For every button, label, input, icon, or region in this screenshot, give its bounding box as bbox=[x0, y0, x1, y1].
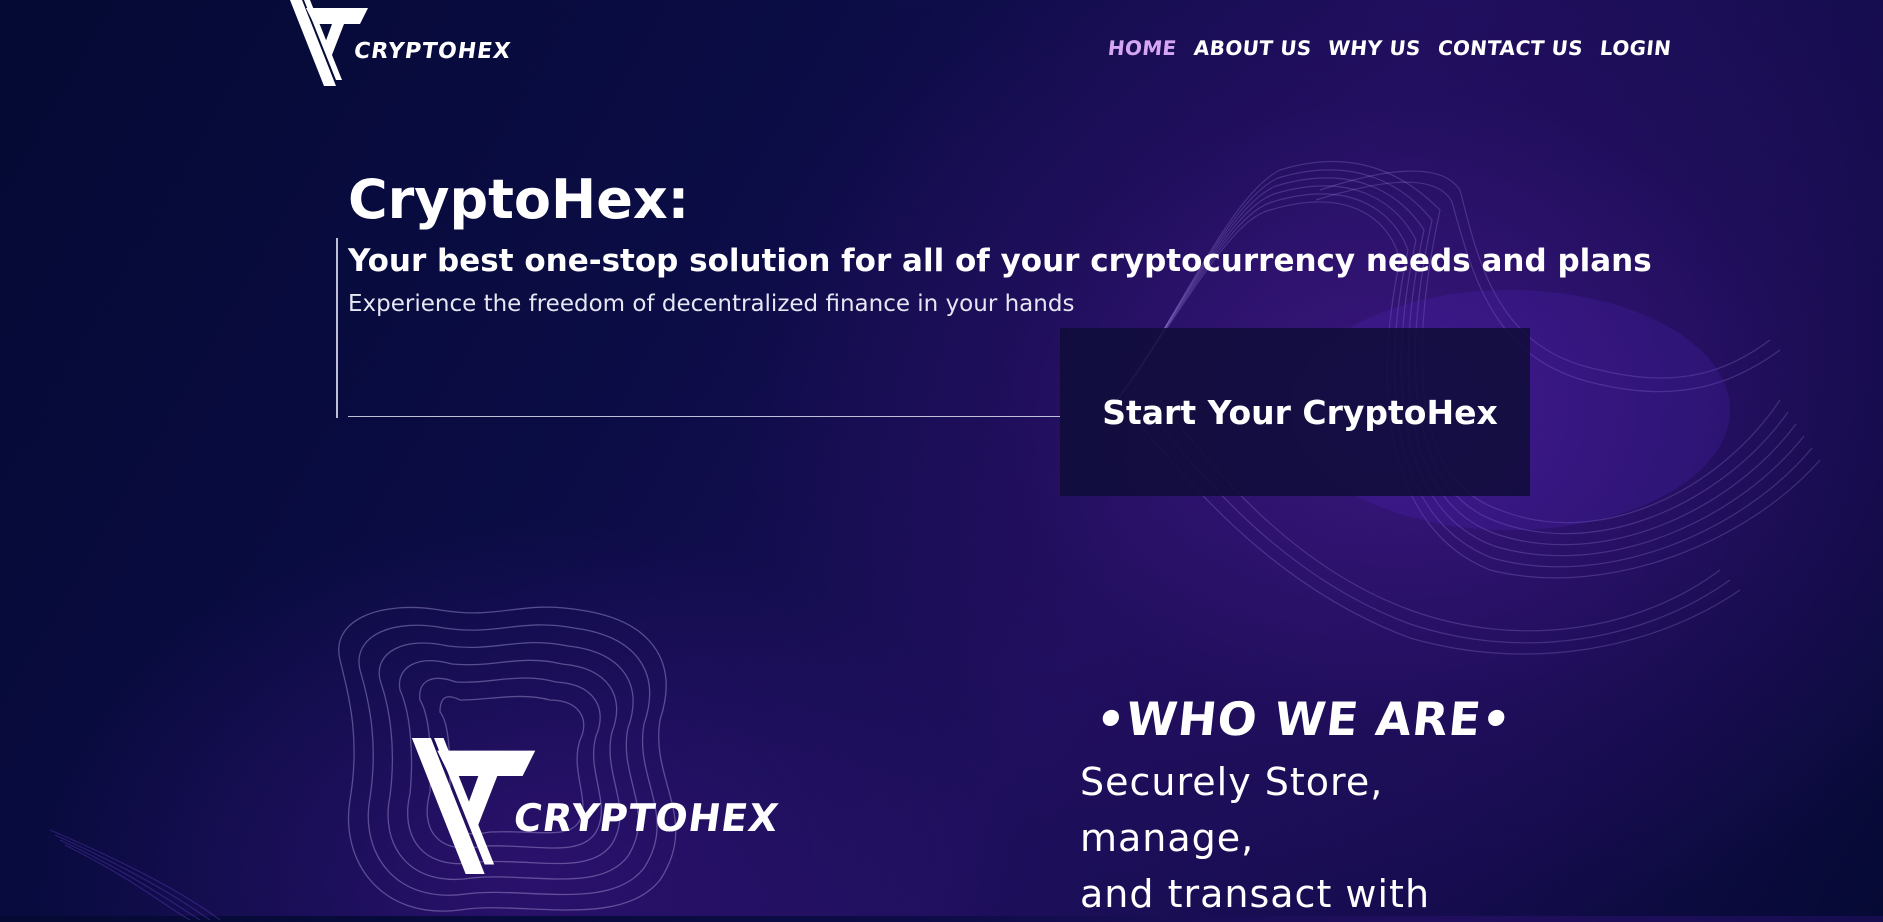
about-logo: CRYPTOHEX bbox=[408, 738, 782, 874]
about-line: and transact with bbox=[1080, 872, 1431, 916]
nav-contact-us[interactable]: CONTACT US bbox=[1437, 36, 1584, 60]
about-line: manage, bbox=[1080, 816, 1255, 860]
hero-tagline: Your best one-stop solution for all of y… bbox=[348, 243, 1652, 279]
main-nav: HOME ABOUT US WHY US CONTACT US LOGIN bbox=[1107, 36, 1673, 60]
corner-ribbon-graphic bbox=[49, 829, 221, 920]
nav-why-us[interactable]: WHY US bbox=[1327, 36, 1422, 60]
hero-divider-horizontal bbox=[348, 416, 1060, 417]
hero-subtitle: Experience the freedom of decentralized … bbox=[348, 291, 1075, 317]
about-description: Securely Store, manage, and transact wit… bbox=[1080, 754, 1430, 922]
about-logo-wordmark: CRYPTOHEX bbox=[510, 796, 782, 840]
logo-wordmark: CRYPTOHEX bbox=[352, 39, 513, 64]
start-cryptohex-button[interactable]: Start Your CryptoHex bbox=[1060, 328, 1530, 496]
header-logo[interactable]: CRYPTOHEX bbox=[288, 0, 513, 86]
hero-title: CryptoHex: bbox=[348, 168, 690, 231]
nav-about-us[interactable]: ABOUT US bbox=[1192, 36, 1312, 60]
nav-home[interactable]: HOME bbox=[1107, 36, 1178, 60]
who-we-are-heading: •WHO WE ARE• bbox=[1093, 692, 1515, 746]
about-line: Securely Store, bbox=[1080, 760, 1384, 804]
nav-login[interactable]: LOGIN bbox=[1599, 36, 1673, 60]
hero-divider-vertical bbox=[336, 238, 338, 418]
